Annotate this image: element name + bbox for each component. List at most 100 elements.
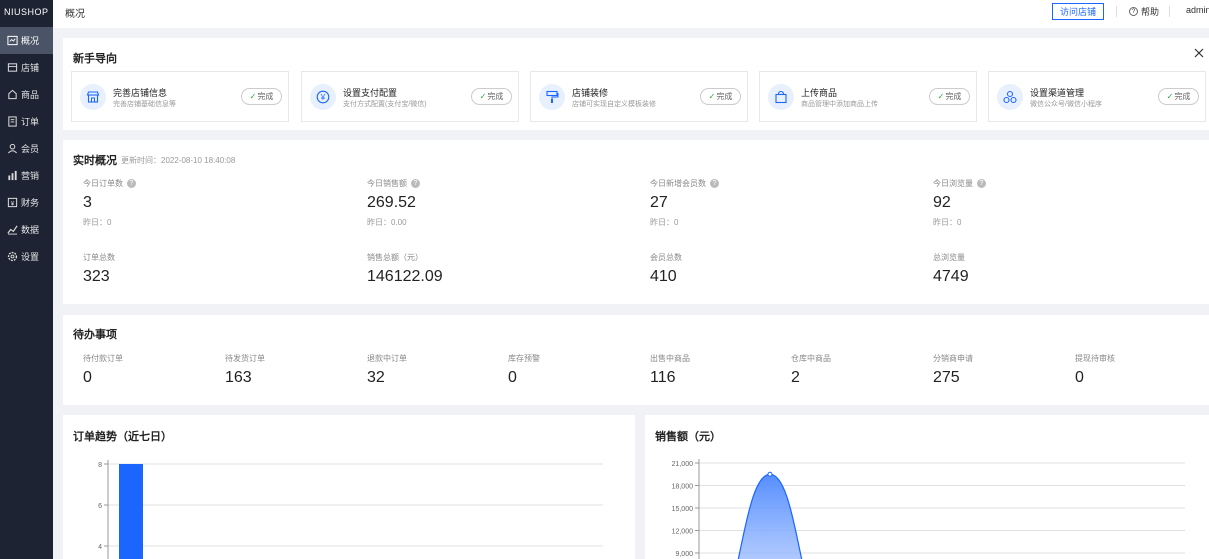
question-icon[interactable]: ? xyxy=(710,179,719,188)
sidebar-item-overview[interactable]: 概况 xyxy=(0,27,53,54)
todo-value: 0 xyxy=(83,369,92,386)
question-icon[interactable]: ? xyxy=(127,179,136,188)
y-tick-label: 9,000 xyxy=(675,551,693,558)
todo-label: 分销商申请 xyxy=(933,354,973,363)
stat-today-sales: 今日销售额? 269.52 昨日：0.00 xyxy=(367,178,420,228)
yen-icon: ¥ xyxy=(310,84,336,110)
sidebar-item-goods[interactable]: 商品 xyxy=(0,81,53,108)
guide-item-channel[interactable]: 设置渠道管理 微信公众号/微信小程序 ✓ 完成 xyxy=(988,71,1206,122)
guide-item-upload-goods[interactable]: 上传商品 商品管理中添加商品上传 ✓ 完成 xyxy=(759,71,977,122)
stat-yesterday: 昨日：0 xyxy=(83,218,112,227)
todo-item[interactable]: 待付款订单 0 xyxy=(83,353,123,387)
y-tick-label: 8 xyxy=(98,462,102,469)
sidebar-item-label: 数据 xyxy=(21,225,40,235)
stat-label: 会员总数 xyxy=(650,253,682,262)
order-trend-chart: 8 6 4 xyxy=(98,460,603,559)
paint-roller-icon xyxy=(539,84,565,110)
sidebar-item-label: 设置 xyxy=(21,252,40,262)
stat-today-orders: 今日订单数? 3 昨日：0 xyxy=(83,178,136,228)
stat-value: 146122.09 xyxy=(367,268,443,285)
sidebar-item-store[interactable]: 店铺 xyxy=(0,54,53,81)
sidebar-item-label: 营销 xyxy=(21,171,40,181)
y-tick-label: 21,000 xyxy=(672,461,694,468)
store-icon xyxy=(7,63,18,72)
divider xyxy=(1116,6,1117,17)
stat-label: 销售总额（元） xyxy=(367,253,423,262)
stat-label: 订单总数 xyxy=(83,253,115,262)
guide-item-store-info[interactable]: 完善店铺信息 完善店铺基础信息等 ✓ 完成 xyxy=(71,71,289,122)
help-link[interactable]: ? 帮助 xyxy=(1129,5,1159,18)
goods-icon xyxy=(8,89,17,100)
stat-label: 今日销售额 xyxy=(367,179,407,188)
data-point xyxy=(767,471,773,477)
done-label: 完成 xyxy=(1174,92,1191,101)
stat-yesterday: 昨日：0 xyxy=(933,218,962,227)
todo-item[interactable]: 退款中订单 32 xyxy=(367,353,407,387)
stat-yesterday: 昨日：0 xyxy=(650,218,679,227)
stat-value: 410 xyxy=(650,268,677,285)
question-icon[interactable]: ? xyxy=(977,179,986,188)
y-tick-label: 12,000 xyxy=(672,529,694,536)
sidebar-item-member[interactable]: 会员 xyxy=(0,135,53,162)
guide-item-payment[interactable]: ¥ 设置支付配置 支付方式配置(支付宝/微信) ✓ 完成 xyxy=(301,71,519,122)
todo-panel: 待办事项 待付款订单 0 待发货订单 163 退款中订单 32 库存预警 0 出售中商品… xyxy=(63,315,1209,405)
todo-item[interactable]: 待发货订单 163 xyxy=(225,353,265,387)
sidebar-item-data[interactable]: 数据 xyxy=(0,216,53,243)
member-icon xyxy=(8,143,17,154)
divider xyxy=(1169,6,1170,17)
sidebar-item-label: 会员 xyxy=(21,144,40,154)
svg-text:¥: ¥ xyxy=(11,200,15,207)
todo-item[interactable]: 仓库中商品 2 xyxy=(791,353,831,387)
stat-value: 269.52 xyxy=(367,194,416,211)
sidebar-item-label: 订单 xyxy=(21,117,40,127)
done-label: 完成 xyxy=(257,92,274,101)
sidebar: NIUSHOP 概况 店铺 商品 订单 会员 营销 ¥ 财务 数据 设置 xyxy=(0,0,53,559)
todo-value: 275 xyxy=(933,369,960,386)
stat-label: 总浏览量 xyxy=(933,253,965,262)
app-logo: NIUSHOP xyxy=(4,7,49,17)
order-icon xyxy=(8,116,17,127)
user-menu[interactable]: admin xyxy=(1186,5,1209,15)
finance-icon: ¥ xyxy=(7,197,18,207)
guide-item-desc: 微信公众号/微信小程序 xyxy=(1030,101,1102,108)
update-time: 更新时间：2022-08-10 18:40:08 xyxy=(121,156,236,165)
sidebar-item-order[interactable]: 订单 xyxy=(0,108,53,135)
todo-item[interactable]: 提现待审核 0 xyxy=(1075,353,1115,387)
visit-store-button[interactable]: 访问店铺 xyxy=(1052,3,1104,20)
check-icon: ✓ xyxy=(937,92,945,101)
sidebar-item-label: 概况 xyxy=(21,36,40,46)
y-tick-label: 18,000 xyxy=(672,484,694,491)
sidebar-item-settings[interactable]: 设置 xyxy=(0,243,53,270)
stat-today-members: 今日新增会员数? 27 昨日：0 xyxy=(650,178,719,228)
settings-icon xyxy=(7,251,18,262)
check-icon: ✓ xyxy=(249,92,257,101)
todo-value: 0 xyxy=(1075,369,1084,386)
guide-title: 新手导向 xyxy=(73,53,117,65)
help-label: 帮助 xyxy=(1141,7,1160,17)
stat-value: 323 xyxy=(83,268,110,285)
stat-total-orders: 订单总数 323 xyxy=(83,252,115,286)
check-icon: ✓ xyxy=(708,92,716,101)
guide-item-decoration[interactable]: 店铺装修 店铺可实现自定义模板装修 ✓ 完成 xyxy=(530,71,748,122)
order-trend-panel: 订单趋势（近七日） 864 xyxy=(63,415,635,559)
check-icon: ✓ xyxy=(1166,92,1174,101)
question-icon[interactable]: ? xyxy=(411,179,420,188)
done-label: 完成 xyxy=(487,92,504,101)
todo-item[interactable]: 分销商申请 275 xyxy=(933,353,973,387)
guide-item-desc: 支付方式配置(支付宝/微信) xyxy=(343,101,427,108)
todo-item[interactable]: 出售中商品 116 xyxy=(650,353,690,387)
sidebar-item-marketing[interactable]: 营销 xyxy=(0,162,53,189)
close-icon[interactable] xyxy=(1193,47,1205,59)
todo-item[interactable]: 库存预警 0 xyxy=(508,353,540,387)
realtime-panel: 实时概况 更新时间：2022-08-10 18:40:08 今日订单数? 3 昨… xyxy=(63,140,1209,304)
overview-icon xyxy=(7,35,18,46)
done-label: 完成 xyxy=(945,92,962,101)
sidebar-item-finance[interactable]: ¥ 财务 xyxy=(0,189,53,216)
stat-yesterday: 昨日：0.00 xyxy=(367,218,407,227)
done-badge: ✓ 完成 xyxy=(1158,88,1199,105)
sidebar-item-label: 财务 xyxy=(21,198,40,208)
todo-label: 退款中订单 xyxy=(367,354,407,363)
bar xyxy=(119,464,143,559)
todo-label: 出售中商品 xyxy=(650,354,690,363)
stat-value: 27 xyxy=(650,194,668,211)
